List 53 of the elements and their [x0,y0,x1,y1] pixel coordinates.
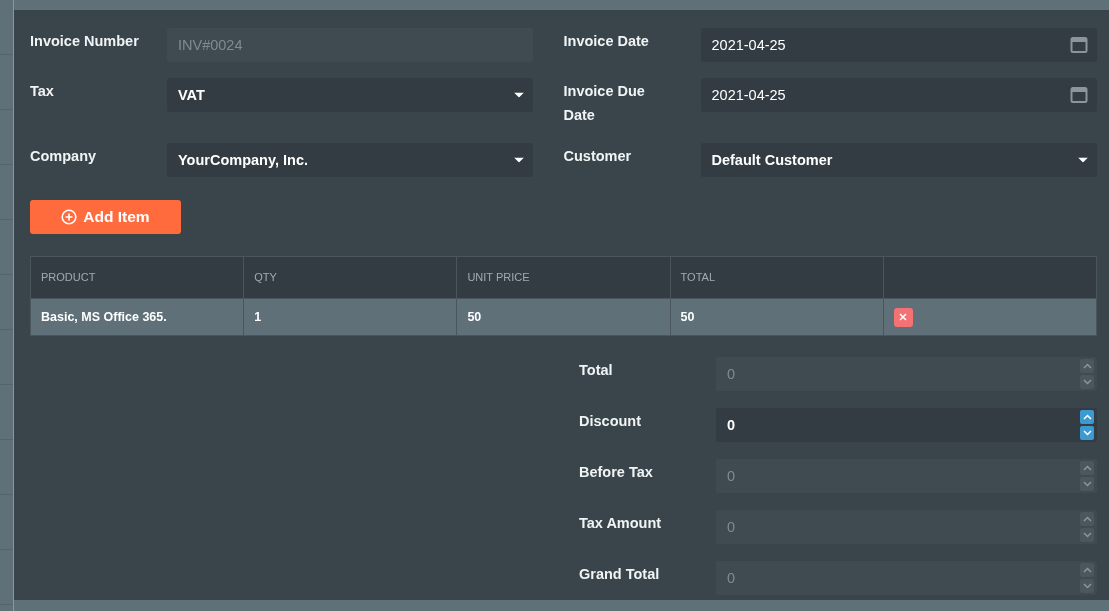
field-label: Total [579,361,614,380]
field-label: Before Tax [579,463,654,482]
chevron-up-icon [1082,414,1092,420]
spin-down-button[interactable] [1080,375,1094,389]
dropdown-field[interactable]: VAT [167,78,533,112]
column-header: QTY [243,256,457,299]
column-header: TOTAL [670,256,884,299]
chevron-down-icon [1082,481,1092,487]
delete-button[interactable] [893,307,913,327]
field-label: Tax [30,82,55,101]
chevron-up-icon [1082,363,1092,369]
chevron-down-icon [1082,430,1092,436]
spin-up-button[interactable] [1080,563,1094,577]
field-label: Company [30,147,98,166]
chevron-down-icon [1082,532,1092,538]
caret-icon [513,92,524,98]
table-cell: 50 [456,298,671,336]
chevron-down-icon [1082,379,1092,385]
number-field[interactable]: 0 [716,408,1097,442]
close-icon [899,313,908,321]
spin-down-button[interactable] [1080,426,1094,440]
spin-up-button[interactable] [1080,359,1094,373]
field-label: Grand Total [579,565,661,584]
calendar-icon [1070,86,1088,104]
column-header: UNIT PRICE [456,256,671,299]
spin-up-button[interactable] [1080,461,1094,475]
dropdown-field[interactable]: Default Customer [700,143,1097,177]
spin-up-button[interactable] [1080,512,1094,526]
plus-circle-icon [61,209,78,225]
caret-icon [1078,157,1088,163]
table-cell: 1 [243,298,457,336]
table-cell: Basic, MS Office 365. [30,298,244,336]
table-cell: 50 [670,298,884,336]
spin-down-button[interactable] [1080,528,1094,542]
calendar-icon [1070,36,1088,54]
field-label: Tax Amount [579,514,663,533]
chevron-down-icon [1082,583,1092,589]
spin-up-button[interactable] [1080,410,1094,424]
chevron-up-icon [1082,465,1092,471]
caret-icon [513,157,524,163]
date-field[interactable]: 2021-04-25 [700,28,1097,62]
spin-down-button[interactable] [1080,477,1094,491]
chevron-up-icon [1082,567,1092,573]
field-label: Discount [579,412,643,431]
spin-down-button[interactable] [1080,579,1094,593]
field-label: Invoice Number [30,32,140,51]
field-label: Invoice Due Date [563,82,646,125]
date-field[interactable]: 2021-04-25 [700,78,1097,112]
field-label: Invoice Date [563,32,650,51]
column-header: PRODUCT [30,256,244,299]
dropdown-field[interactable]: YourCompany, Inc. [167,143,533,177]
field-label: Customer [563,147,633,166]
chevron-up-icon [1082,516,1092,522]
